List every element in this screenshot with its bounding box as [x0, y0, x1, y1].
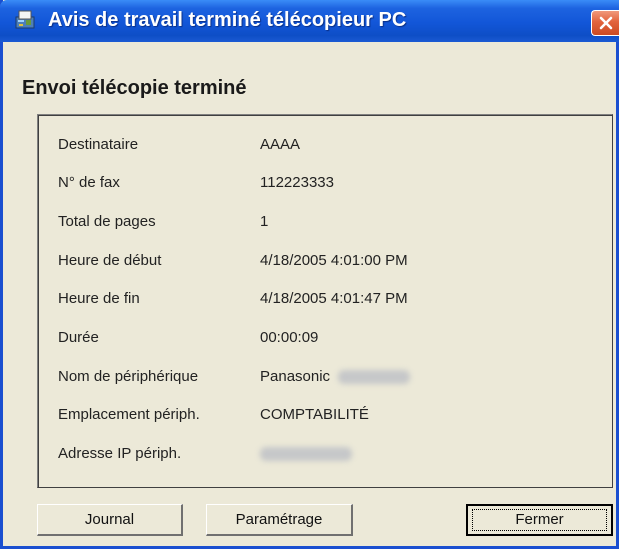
job-details-panel: Destinataire AAAA N° de fax 112223333 To…	[37, 114, 613, 488]
field-value: 00:00:09	[260, 329, 319, 346]
field-label: Heure de début	[58, 252, 162, 269]
status-heading: Envoi télécopie terminé	[22, 77, 247, 99]
field-value: 1	[260, 213, 269, 230]
close-icon	[599, 16, 613, 30]
field-label: Total de pages	[58, 213, 156, 230]
field-start-time: Heure de début 4/18/2005 4:01:00 PM	[38, 252, 612, 282]
close-dialog-button[interactable]: Fermer	[466, 504, 613, 536]
field-duration: Durée 00:00:09	[38, 329, 612, 359]
field-fax-number: N° de fax 112223333	[38, 174, 612, 204]
field-device-ip: Adresse IP périph.	[38, 445, 612, 475]
field-label: Heure de fin	[58, 290, 140, 307]
dialog-window: Avis de travail terminé télécopieur PC E…	[0, 0, 619, 549]
redacted-text	[338, 370, 411, 385]
field-label: Adresse IP périph.	[58, 445, 182, 462]
redacted-text	[260, 447, 352, 462]
field-recipient: Destinataire AAAA	[38, 136, 612, 166]
field-label: N° de fax	[58, 174, 120, 191]
title-bar[interactable]: Avis de travail terminé télécopieur PC	[0, 0, 619, 42]
field-end-time: Heure de fin 4/18/2005 4:01:47 PM	[38, 290, 612, 320]
journal-button[interactable]: Journal	[37, 504, 183, 536]
field-device-location: Emplacement périph. COMPTABILITÉ	[38, 406, 612, 436]
field-value-wrap	[260, 445, 352, 462]
field-value: Panasonic	[260, 368, 331, 385]
field-label: Durée	[58, 329, 99, 346]
settings-button[interactable]: Paramétrage	[206, 504, 353, 536]
field-value: COMPTABILITÉ	[260, 406, 369, 423]
field-label: Emplacement périph.	[58, 406, 200, 423]
field-value-wrap: Panasonic	[260, 368, 411, 385]
field-label: Destinataire	[58, 136, 139, 153]
field-device-name: Nom de périphérique Panasonic	[38, 368, 612, 398]
field-total-pages: Total de pages 1	[38, 213, 612, 243]
field-value: AAAA	[260, 136, 301, 153]
field-value: 4/18/2005 4:01:47 PM	[260, 290, 408, 307]
close-button[interactable]	[591, 10, 619, 36]
fax-app-icon	[14, 9, 36, 31]
field-label: Nom de périphérique	[58, 368, 199, 385]
focus-outline	[472, 509, 607, 531]
window-title: Avis de travail terminé télécopieur PC	[48, 9, 407, 31]
field-value: 112223333	[260, 174, 334, 191]
field-value: 4/18/2005 4:01:00 PM	[260, 252, 408, 269]
